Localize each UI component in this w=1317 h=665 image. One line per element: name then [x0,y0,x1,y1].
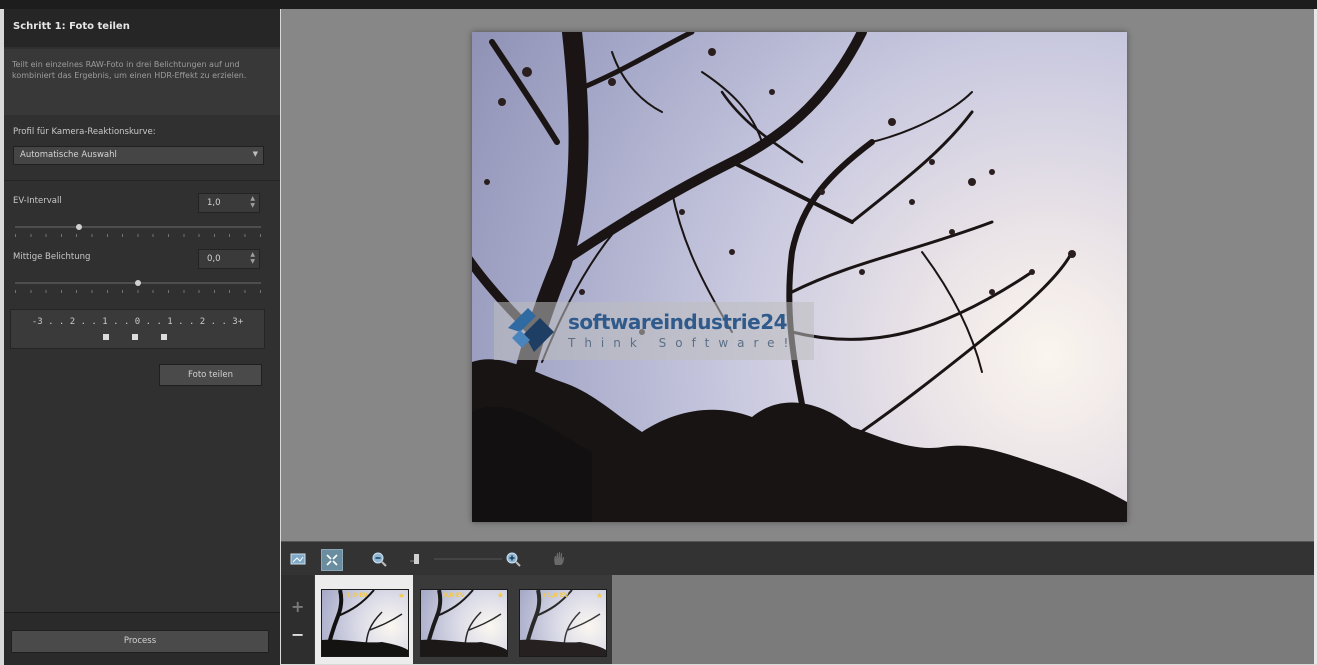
middle-exposure-spinbox[interactable]: 0,0 ▲ ▼ [198,249,260,269]
left-panel: Schritt 1: Foto teilen Teilt ein einzeln… [4,9,280,665]
thumbnail-strip: + − -1,0 EV ★ 0,0 EV ★ +1,0 EV ★ [281,575,1314,664]
watermark: softwareindustrie24 Think Software! [494,302,814,360]
thumbnail-3[interactable]: +1,0 EV ★ [519,589,607,657]
single-view-icon[interactable] [288,549,308,569]
zoom-slider-icon[interactable] [408,549,428,569]
profile-label: Profil für Kamera-Reaktionskurve: [13,127,156,137]
zoom-slider-track[interactable] [434,558,502,560]
fit-view-icon[interactable] [321,549,343,571]
middle-exposure-slider-thumb[interactable] [135,280,141,286]
profile-dropdown-value: Automatische Auswahl [20,150,117,160]
spin-arrows-icon[interactable]: ▲ ▼ [250,195,255,209]
split-photo-button[interactable]: Foto teilen [159,364,262,386]
ev-marker-low [103,334,109,340]
preview-photo: softwareindustrie24 Think Software! [472,32,1127,522]
ev-scale: -3 . . 2 . . 1 . . 0 . . 1 . . 2 . . 3+ [31,317,244,327]
thumbnail-1[interactable]: -1,0 EV ★ [321,589,409,657]
add-icon[interactable]: + [291,597,304,616]
strip-controls: + − [281,575,314,664]
middle-exposure-value: 0,0 [207,254,221,264]
ev-interval-ticks [15,234,261,237]
ev-interval-slider[interactable] [15,224,261,230]
profile-dropdown[interactable]: Automatische Auswahl ▼ [13,146,264,165]
ev-interval-slider-thumb[interactable] [76,224,82,230]
panel-title: Schritt 1: Foto teilen [13,21,130,32]
thumbnail-label: -1,0 EV [344,592,368,599]
description-box: Teilt ein einzelnes RAW-Foto in drei Bel… [4,49,280,115]
divider [4,180,280,181]
ev-marker-mid [132,334,138,340]
ev-interval-label: EV-Intervall [13,196,62,206]
middle-exposure-ticks [15,290,261,293]
thumbnail-image [520,590,606,656]
zoom-in-icon[interactable] [503,549,523,569]
watermark-logo-icon [508,308,554,352]
preview-area: softwareindustrie24 Think Software! [281,9,1314,541]
panel-description: Teilt ein einzelnes RAW-Foto in drei Bel… [12,60,247,80]
zoom-out-icon[interactable] [369,549,389,569]
ev-scale-box: -3 . . 2 . . 1 . . 0 . . 1 . . 2 . . 3+ [10,309,265,349]
ev-interval-value: 1,0 [207,198,221,208]
star-icon: ★ [397,591,405,600]
top-bar [0,0,1317,9]
tree-silhouette [472,32,1127,522]
panel-header: Schritt 1: Foto teilen [4,9,280,47]
watermark-title: softwareindustrie24 [568,310,788,334]
spin-arrows-icon[interactable]: ▲ ▼ [250,251,255,265]
star-icon: ★ [595,591,603,600]
ev-interval-spinbox[interactable]: 1,0 ▲ ▼ [198,193,260,213]
hand-tool-icon[interactable] [549,549,569,569]
thumbnail-label: +1,0 EV [542,592,569,599]
star-icon: ★ [496,591,504,600]
watermark-subtitle: Think Software! [568,336,798,350]
thumbnail-2[interactable]: 0,0 EV ★ [420,589,508,657]
middle-exposure-label: Mittige Belichtung [13,252,91,262]
middle-exposure-slider[interactable] [15,280,261,286]
process-button[interactable]: Process [11,630,269,653]
thumbnail-label: 0,0 EV [443,592,465,599]
thumbnail-image [322,590,408,656]
chevron-down-icon: ▼ [252,150,258,158]
process-area: Process [4,612,280,665]
ev-marker-high [161,334,167,340]
view-toolbar [281,541,1314,575]
thumbnail-image [421,590,507,656]
remove-icon[interactable]: − [291,625,304,644]
